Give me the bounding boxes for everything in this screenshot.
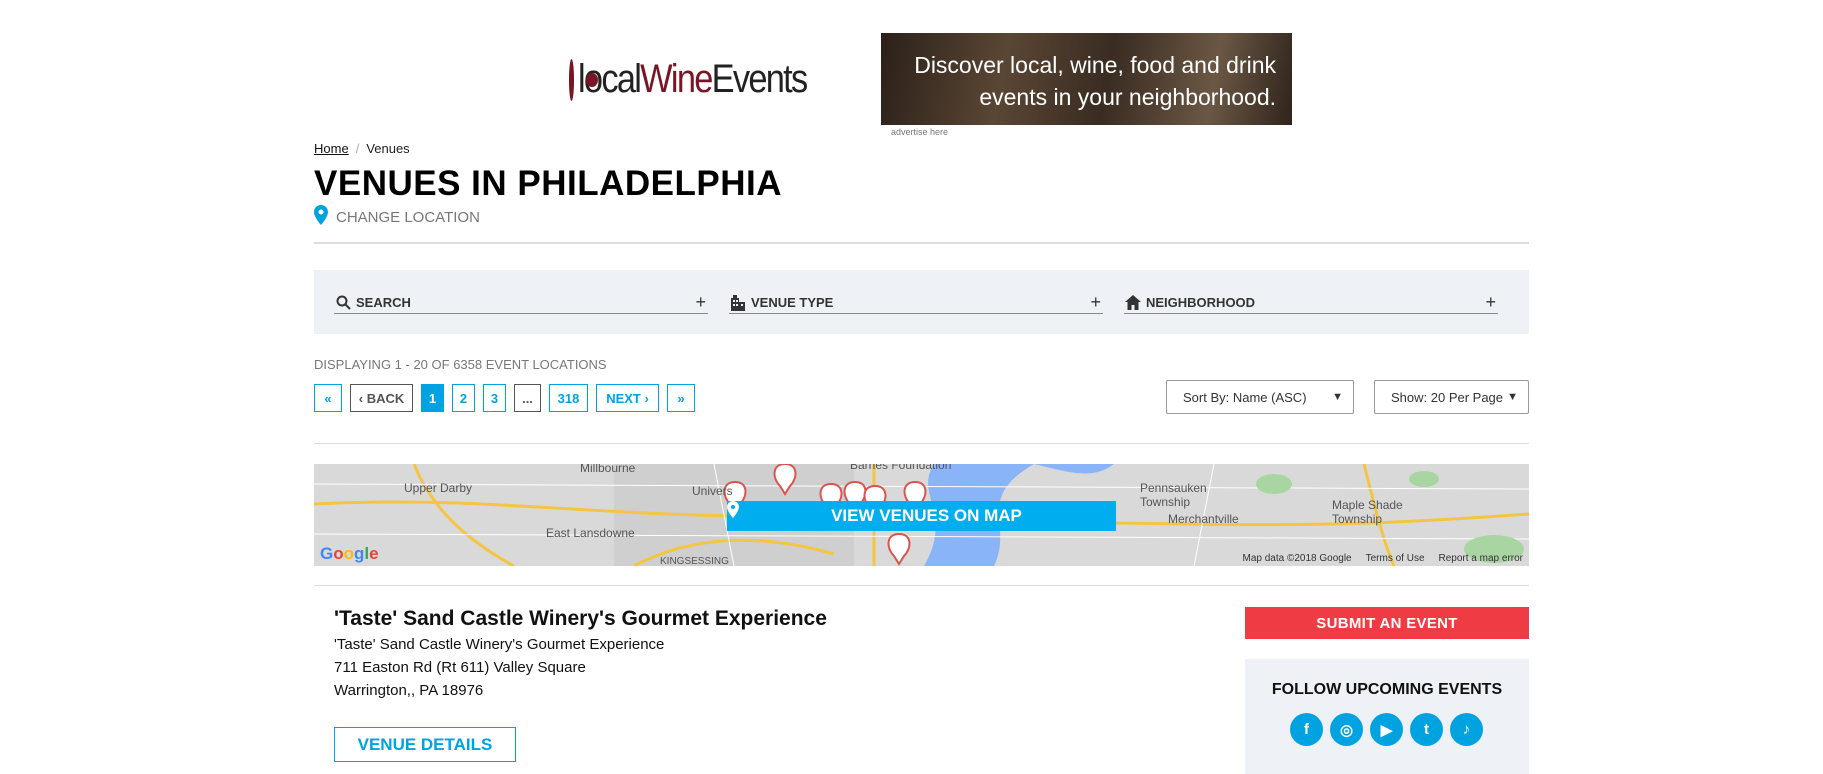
per-page-select-value: Show: 20 Per Page xyxy=(1391,389,1504,405)
view-venues-on-map-button[interactable]: VIEW VENUES ON MAP xyxy=(727,501,1116,531)
map-label: Barnes Foundation xyxy=(850,464,952,472)
advertise-link[interactable]: advertise here xyxy=(891,127,948,137)
venue-name-link[interactable]: 'Taste' Sand Castle Winery's Gourmet Exp… xyxy=(334,607,827,631)
map-terms-link[interactable]: Terms of Use xyxy=(1366,553,1425,564)
site-logo[interactable]: localWineEvents xyxy=(569,57,844,102)
expand-plus-icon: + xyxy=(1090,292,1101,312)
map-label: Pennsauken Township xyxy=(1140,481,1207,509)
expand-plus-icon: + xyxy=(1485,292,1496,312)
search-icon xyxy=(334,294,352,312)
map-label: Maple Shade Township xyxy=(1332,498,1403,526)
map-report-link[interactable]: Report a map error xyxy=(1439,553,1523,564)
logo-mark-icon xyxy=(569,58,603,101)
map-label: KINGSESSING xyxy=(660,556,729,566)
divider xyxy=(314,443,1529,444)
map-label: University of Penn xyxy=(692,484,732,498)
sort-select-value: Sort By: Name (ASC) xyxy=(1183,389,1307,405)
venue-address-line: 'Taste' Sand Castle Winery's Gourmet Exp… xyxy=(334,636,665,653)
youtube-icon[interactable]: ▶ xyxy=(1370,713,1403,746)
google-logo: Google xyxy=(320,544,379,563)
social-links: f ◎ ▶ t ♪ xyxy=(1290,713,1483,746)
venue-details-button[interactable]: VENUE DETAILS xyxy=(334,727,516,762)
page-title: VENUES IN PHILADELPHIA xyxy=(314,164,782,203)
map-label: Millbourne xyxy=(580,464,636,475)
twitter-icon[interactable]: t xyxy=(1410,713,1443,746)
divider xyxy=(314,242,1529,244)
results-count: DISPLAYING 1 - 20 OF 6358 EVENT LOCATION… xyxy=(314,357,607,372)
breadcrumb-current: Venues xyxy=(366,141,410,156)
chevron-down-icon: ▼ xyxy=(1507,391,1518,403)
page-1-button[interactable]: 1 xyxy=(421,384,444,412)
map-label: Merchantville xyxy=(1168,512,1239,526)
breadcrumb-separator: / xyxy=(355,141,360,156)
filter-search-label: SEARCH xyxy=(356,295,411,310)
follow-panel: FOLLOW UPCOMING EVENTS f ◎ ▶ t ♪ xyxy=(1245,659,1529,774)
tiktok-icon[interactable]: ♪ xyxy=(1450,713,1483,746)
change-location-label: CHANGE LOCATION xyxy=(336,208,480,226)
logo-text-wine: Wine xyxy=(640,57,713,101)
pagination-ellipsis: ... xyxy=(514,384,541,412)
page-3-button[interactable]: 3 xyxy=(483,384,506,412)
home-icon xyxy=(1124,294,1142,312)
expand-plus-icon: + xyxy=(695,292,706,312)
venues-map[interactable]: Millbourne Upper Darby Barnes Foundation… xyxy=(314,464,1529,566)
view-venues-on-map-label: VIEW VENUES ON MAP xyxy=(831,506,1022,525)
map-pin-icon xyxy=(314,205,328,229)
follow-title: FOLLOW UPCOMING EVENTS xyxy=(1271,681,1503,698)
map-label: East Lansdowne xyxy=(546,526,635,540)
per-page-select[interactable]: Show: 20 Per Page ▼ xyxy=(1374,380,1529,414)
page-318-button[interactable]: 318 xyxy=(549,384,588,412)
filter-venue-type[interactable]: VENUE TYPE + xyxy=(729,292,1103,314)
divider xyxy=(314,585,1529,586)
logo-text-events: Events xyxy=(711,57,809,101)
sort-select[interactable]: Sort By: Name (ASC) ▼ xyxy=(1166,380,1354,414)
map-label: Upper Darby xyxy=(404,481,473,495)
next-button[interactable]: NEXT › xyxy=(596,384,659,412)
pagination: « ‹ BACK 1 2 3 ... 318 NEXT › » xyxy=(314,384,695,412)
facebook-icon[interactable]: f xyxy=(1290,713,1323,746)
submit-event-button[interactable]: SUBMIT AN EVENT xyxy=(1245,607,1529,639)
venue-address-line: 711 Easton Rd (Rt 611) Valley Square xyxy=(334,659,586,676)
filter-neighborhood[interactable]: NEIGHBORHOOD + xyxy=(1124,292,1498,314)
filter-neighborhood-label: NEIGHBORHOOD xyxy=(1146,295,1256,310)
filter-venue-type-label: VENUE TYPE xyxy=(751,295,834,310)
ad-banner[interactable]: Discover local, wine, food and drink eve… xyxy=(881,33,1292,125)
last-page-button[interactable]: » xyxy=(667,384,695,412)
breadcrumb: Home / Venues xyxy=(314,141,410,156)
page-2-button[interactable]: 2 xyxy=(452,384,475,412)
first-page-button[interactable]: « xyxy=(314,384,342,412)
ad-line-1: Discover local, wine, food and drink xyxy=(914,52,1276,78)
instagram-icon[interactable]: ◎ xyxy=(1330,713,1363,746)
ad-line-2: events in your neighborhood. xyxy=(979,84,1276,110)
back-button[interactable]: ‹ BACK xyxy=(350,384,413,412)
building-icon xyxy=(729,294,747,312)
filter-search[interactable]: SEARCH + xyxy=(334,292,708,314)
venue-address-line: Warrington,, PA 18976 xyxy=(334,682,484,699)
map-data-attribution: Map data ©2018 Google xyxy=(1242,553,1352,564)
change-location-link[interactable]: CHANGE LOCATION xyxy=(314,205,480,229)
map-footer: Map data ©2018 Google Terms of Use Repor… xyxy=(1242,553,1523,564)
breadcrumb-home-link[interactable]: Home xyxy=(314,141,349,156)
filter-bar: SEARCH + VENUE TYPE + NEIGHBORHOOD + xyxy=(314,270,1529,334)
chevron-down-icon: ▼ xyxy=(1332,391,1343,403)
